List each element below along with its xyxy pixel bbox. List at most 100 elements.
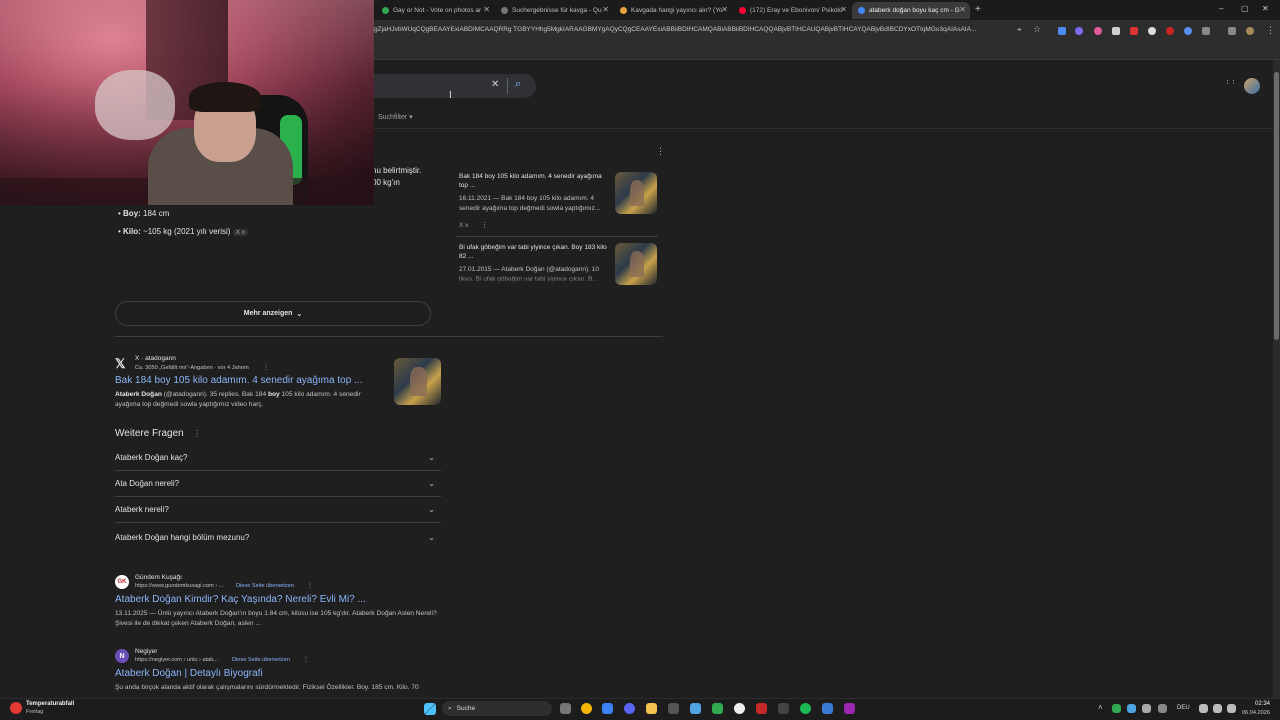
result-site-name[interactable]: Gündem Kuşağı [135,574,182,581]
more-options-icon[interactable]: ⋮ [307,582,313,589]
result-thumbnail[interactable] [394,358,441,405]
related-question[interactable]: Ata Doğan nereli? ⌄ [115,471,441,497]
extension-icon[interactable] [1184,27,1192,35]
google-apps-icon[interactable]: ⋮⋮⋮ [1224,80,1236,92]
browser-tab[interactable]: Gay or Not - Vote on photos ar ✕ [376,2,494,19]
store-icon[interactable] [602,703,613,714]
result-title-link[interactable]: Ataberk Doğan Kimdir? Kaç Yaşında? Nerel… [115,594,366,605]
app-icon[interactable] [712,703,723,714]
bookmark-star-icon[interactable]: ☆ [1033,24,1041,35]
tab-close-icon[interactable]: ✕ [483,5,490,14]
location-icon[interactable]: ⌖ [1017,25,1022,35]
search-filter-button[interactable]: Suchfilter ▾ [378,113,413,121]
app-icon[interactable] [778,703,789,714]
microphone-icon[interactable] [1158,704,1167,713]
translate-page-link[interactable]: Diese Seite übersetzen [232,657,290,663]
menu-kebab-icon[interactable]: ⋮ [1266,25,1275,36]
extension-icon[interactable] [1075,27,1083,35]
result-site-name[interactable]: X · atadogann [135,355,176,362]
volume-icon[interactable] [1213,704,1222,713]
gundem-kusagi-favicon-icon: GK [115,575,129,589]
extensions-puzzle-icon[interactable] [1202,27,1210,35]
extension-icon[interactable] [1130,27,1138,35]
spotify-icon[interactable] [800,703,811,714]
tab-favicon-icon [620,7,627,14]
browser-tab[interactable]: (172) Eray ve Ebonivon/ Psikolo ✕ [733,2,851,19]
chrome-icon[interactable] [581,703,592,714]
result-url[interactable]: https://www.gundemkusagi.com › ... [135,583,223,589]
tab-close-icon[interactable]: ✕ [602,5,609,14]
result-url[interactable]: https://negiyer.com › unlu › atab... [135,657,218,663]
maximize-button[interactable]: ▢ [1241,4,1249,13]
sidebar-icon[interactable] [1228,27,1236,35]
browser-tab[interactable]: Kavgada hangi yayıncı alır? (Yo ✕ [614,2,732,19]
result-title-link[interactable]: Ataberk Doğan | Detaylı Biyografi [115,668,263,679]
app-icon[interactable] [668,703,679,714]
more-options-icon[interactable]: ⋮ [656,146,665,157]
result-title-link[interactable]: Bak 184 boy 105 kilo adamım. 4 senedir a… [115,375,362,386]
taskbar-search[interactable]: ⌕ Suche [442,701,552,716]
tray-icon[interactable] [1142,704,1151,713]
tab-close-icon[interactable]: ✕ [959,5,966,14]
extension-icon[interactable] [1094,27,1102,35]
weather-title[interactable]: Temperaturabfall [26,701,74,707]
page-scrollbar[interactable] [1273,60,1280,698]
more-options-icon[interactable]: ⋮ [263,364,269,371]
webcam-person-hair [189,82,261,112]
app-icon[interactable] [822,703,833,714]
app-icon[interactable] [734,703,745,714]
file-explorer-icon[interactable] [646,703,657,714]
weather-icon[interactable] [10,702,22,714]
more-options-icon[interactable]: ⋮ [193,429,201,438]
source-card[interactable]: Bi ufak göbeğim var tabi yiyince çıkan. … [456,237,662,287]
related-question[interactable]: Ataberk nereli? ⌄ [115,497,441,523]
app-icon[interactable] [756,703,767,714]
related-question[interactable]: Ataberk Doğan kaç? ⌄ [115,445,441,471]
result-site-name[interactable]: Negiyer [135,648,157,655]
overview-text-fragment: nu belirtmiştir. [372,166,422,175]
clear-search-icon[interactable]: ✕ [491,79,499,90]
more-options-icon[interactable]: ⋮ [303,656,309,663]
extension-icon[interactable] [1058,27,1066,35]
translate-page-link[interactable]: Diese Seite übersetzen [236,583,294,589]
task-view-icon[interactable] [560,703,571,714]
source-snippet: 27.01.2015 — Ataberk Doğan (@atadogann).… [459,266,599,283]
show-more-button[interactable]: Mehr anzeigen ⌄ [115,301,431,326]
related-question[interactable]: Ataberk Doğan hangi bölüm mezunu? ⌄ [115,524,441,550]
more-options-icon[interactable]: ⋮ [481,221,488,229]
language-indicator[interactable]: DEU [1177,705,1190,711]
tray-icon[interactable] [1127,704,1136,713]
app-icon[interactable] [690,703,701,714]
tray-icon[interactable] [1112,704,1121,713]
chevron-down-icon: ⌄ [296,310,303,318]
clock-time[interactable]: 02:34 [1255,701,1270,707]
tab-close-icon[interactable]: ✕ [721,5,728,14]
app-icon[interactable] [844,703,855,714]
source-chip[interactable]: X x [232,229,249,236]
profile-avatar[interactable] [1246,27,1254,35]
search-icon[interactable]: ⌕ [515,78,521,91]
account-avatar[interactable] [1244,78,1260,94]
search-result: 𝕏 X · atadogann Ca. 3050 „Gefällt mir“-A… [115,354,445,416]
battery-icon[interactable] [1227,704,1236,713]
tray-chevron-up-icon[interactable]: ˄ [1098,703,1103,712]
fact-value: ~105 kg (2021 yılı verisi) [140,227,231,236]
snippet-text: (@atadogann). 35 replies. Bak 184 [161,391,268,398]
source-card[interactable]: Bak 184 boy 105 kilo adamım. 4 senedir a… [456,166,662,234]
windows-start-icon[interactable] [424,703,436,715]
tab-close-icon[interactable]: ✕ [840,5,847,14]
browser-tab-active[interactable]: ataberk doğan boyu kaç cm - G ✕ [852,2,970,19]
wifi-icon[interactable] [1199,704,1208,713]
extension-icon[interactable] [1112,27,1120,35]
browser-tab[interactable]: Suchergebnisse für kavga - Qu ✕ [495,2,613,19]
close-window-button[interactable]: ✕ [1262,4,1269,13]
extension-icon[interactable] [1148,27,1156,35]
minimize-button[interactable]: – [1219,4,1223,13]
clock-date[interactable]: 06.04.2026 [1242,710,1270,716]
new-tab-button[interactable]: + [975,4,981,15]
scrollbar-thumb[interactable] [1274,72,1279,340]
discord-icon[interactable] [624,703,635,714]
search-input[interactable]: ✕ ⌕ [374,74,536,98]
extension-icon[interactable] [1166,27,1174,35]
url-field[interactable]: gZjaHJvbWUqCQgBEAAYExiABDIMCAAQRRg TGBYY… [374,26,1014,33]
